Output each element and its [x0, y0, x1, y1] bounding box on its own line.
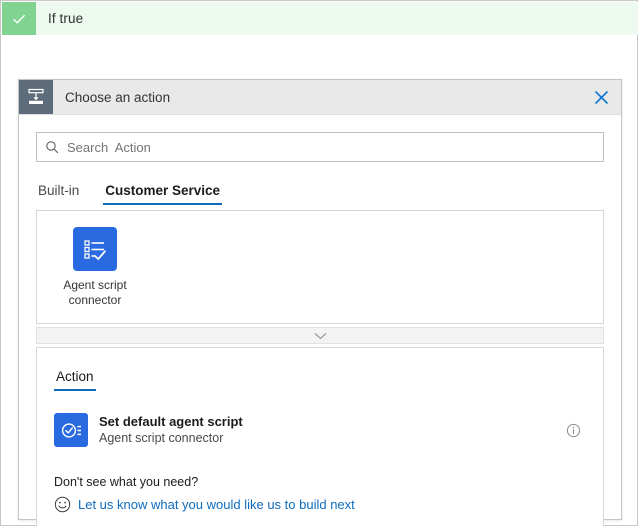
screenshot-root: If true Choose an action: [0, 0, 638, 526]
connector-label: Agent script connector: [47, 278, 143, 308]
feedback-question: Don't see what you need?: [54, 473, 586, 491]
insert-action-icon: [19, 80, 53, 114]
check-circle-list-icon: [54, 413, 88, 447]
close-icon[interactable]: [581, 80, 621, 114]
dialog-title: Choose an action: [53, 80, 581, 114]
tab-customer-service[interactable]: Customer Service: [103, 183, 222, 205]
search-input[interactable]: [67, 134, 603, 160]
connector-grid: Agent script connector: [36, 210, 604, 324]
feedback-section: Don't see what you need? Let us k: [54, 473, 586, 513]
feedback-link-row: Let us know what you would like us to bu…: [54, 496, 586, 513]
checklist-icon: [73, 227, 117, 271]
results-tabs: Action: [54, 360, 586, 391]
checkmark-icon: [2, 2, 36, 35]
list-item-title: Set default agent script: [99, 413, 560, 430]
list-item-text: Set default agent script Agent script co…: [88, 413, 560, 447]
feedback-link[interactable]: Let us know what you would like us to bu…: [71, 497, 355, 512]
flow-designer-frame: If true Choose an action: [0, 0, 638, 526]
category-tabs: Built-in Customer Service: [36, 175, 604, 205]
results-panel: Action Se: [36, 347, 604, 526]
dialog-titlebar: Choose an action: [19, 80, 621, 115]
tab-action[interactable]: Action: [54, 369, 96, 391]
dialog-body: Built-in Customer Service: [19, 132, 621, 526]
list-item-subtitle: Agent script connector: [99, 430, 560, 447]
branch-header-if-true[interactable]: If true: [2, 2, 638, 35]
branch-title: If true: [36, 2, 83, 35]
choose-an-action-dialog: Choose an action: [18, 79, 622, 520]
smiley-icon: [54, 496, 71, 513]
info-icon[interactable]: [560, 423, 586, 438]
collapse-connector-grid-button[interactable]: [36, 327, 604, 344]
tab-built-in[interactable]: Built-in: [36, 183, 81, 205]
search-box[interactable]: [36, 132, 604, 162]
list-item[interactable]: Set default agent script Agent script co…: [54, 409, 586, 451]
connector-tile-agent-script[interactable]: Agent script connector: [47, 223, 143, 308]
search-icon: [37, 140, 67, 154]
chevron-down-icon: [314, 327, 327, 345]
